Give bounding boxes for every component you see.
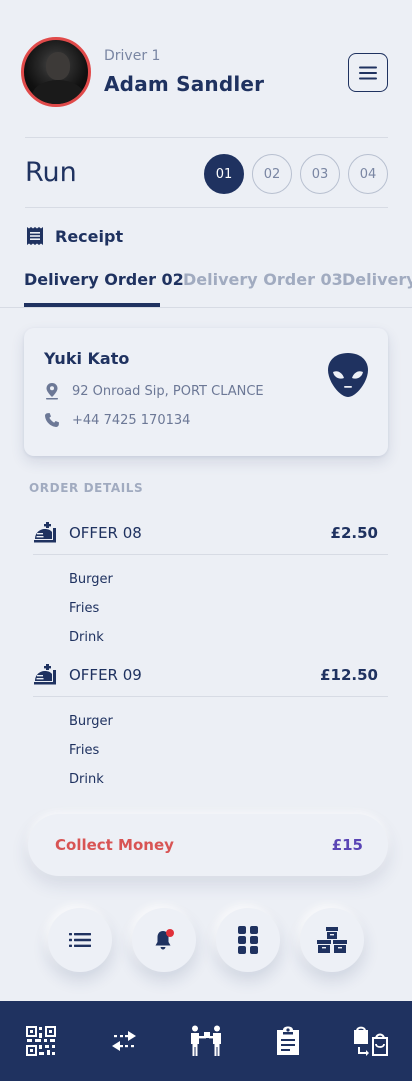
receipt-link[interactable]: Receipt	[25, 226, 123, 246]
run-pill-01[interactable]: 01	[204, 154, 244, 194]
tab-delivery-order-03[interactable]: Delivery Order 03	[183, 270, 343, 289]
offer-name: OFFER 09	[69, 666, 142, 684]
nav-handover[interactable]	[176, 1011, 236, 1071]
receipt-label: Receipt	[55, 226, 124, 246]
tab-delivery-order-02[interactable]: Delivery Order 02	[24, 270, 184, 289]
customer-name: Yuki Kato	[44, 349, 130, 368]
customer-address: 92 Onroad Sip, PORT CLANCE	[72, 383, 264, 399]
boxes-icon	[317, 927, 347, 953]
collect-money-button[interactable]: Collect Money £15	[28, 814, 388, 876]
customer-address-row: 92 Onroad Sip, PORT CLANCE	[44, 382, 264, 400]
nav-scan[interactable]	[11, 1011, 71, 1071]
offer-price: £2.50	[330, 524, 378, 542]
receipt-icon	[27, 227, 43, 245]
divider	[25, 207, 388, 208]
avatar[interactable]	[21, 37, 91, 107]
customer-phone-row[interactable]: +44 7425 170134	[44, 412, 190, 428]
customer-card: Yuki Kato 92 Onroad Sip, PORT CLANCE +44…	[24, 328, 388, 456]
tab-delivery-order-04[interactable]: Delivery Order 04	[342, 270, 412, 289]
nav-bag-exchange[interactable]	[341, 1011, 401, 1071]
location-pin-icon	[46, 383, 58, 400]
list-button[interactable]	[48, 908, 112, 972]
run-pill-02[interactable]: 02	[252, 154, 292, 194]
offer-item: Fries	[69, 743, 100, 758]
offer-item: Drink	[69, 772, 104, 787]
driver-label: Driver 1	[104, 48, 161, 64]
list-icon	[69, 933, 91, 947]
handover-icon	[190, 1025, 221, 1056]
run-pill-03[interactable]: 03	[300, 154, 340, 194]
qr-code-icon	[26, 1026, 57, 1056]
boxes-button[interactable]	[300, 908, 364, 972]
nav-transfer[interactable]	[94, 1011, 154, 1071]
bottom-navigation	[0, 1001, 412, 1081]
run-pill-04[interactable]: 04	[348, 154, 388, 194]
order-details-label: ORDER DETAILS	[29, 481, 144, 495]
run-label: Run	[25, 157, 77, 188]
offer-row[interactable]: OFFER 09 £12.50	[33, 657, 388, 697]
offer-item: Drink	[69, 630, 104, 645]
food-offer-icon	[34, 664, 56, 685]
delivery-order-tabs: Delivery Order 02 Delivery Order 03 Deli…	[0, 266, 412, 308]
offer-row[interactable]: OFFER 08 £2.50	[33, 515, 388, 555]
transfer-icon	[111, 1031, 136, 1051]
offer-item: Burger	[69, 714, 113, 729]
offer-item: Burger	[69, 572, 113, 587]
offer-name: OFFER 08	[69, 524, 142, 542]
bell-icon	[155, 929, 174, 950]
alien-avatar-icon	[328, 353, 368, 397]
active-tab-indicator	[24, 303, 160, 307]
grid-button[interactable]	[216, 908, 280, 972]
clipboard-icon	[277, 1026, 300, 1055]
run-selector: 01 02 03 04	[204, 154, 388, 194]
notifications-button[interactable]	[132, 908, 196, 972]
offer-item: Fries	[69, 601, 100, 616]
offer-price: £12.50	[320, 666, 378, 684]
food-offer-icon	[34, 522, 56, 543]
customer-phone: +44 7425 170134	[72, 412, 191, 428]
nav-orders[interactable]	[258, 1011, 318, 1071]
collect-money-label: Collect Money	[55, 836, 174, 854]
collect-money-amount: £15	[331, 836, 363, 854]
phone-icon	[45, 413, 59, 427]
hamburger-icon	[359, 66, 377, 79]
menu-button[interactable]	[348, 53, 388, 92]
grid-icon	[238, 926, 258, 954]
bag-exchange-icon	[353, 1026, 388, 1056]
divider	[25, 137, 388, 138]
driver-name: Adam Sandler	[104, 72, 265, 96]
driver-header: Driver 1 Adam Sandler	[0, 0, 412, 140]
